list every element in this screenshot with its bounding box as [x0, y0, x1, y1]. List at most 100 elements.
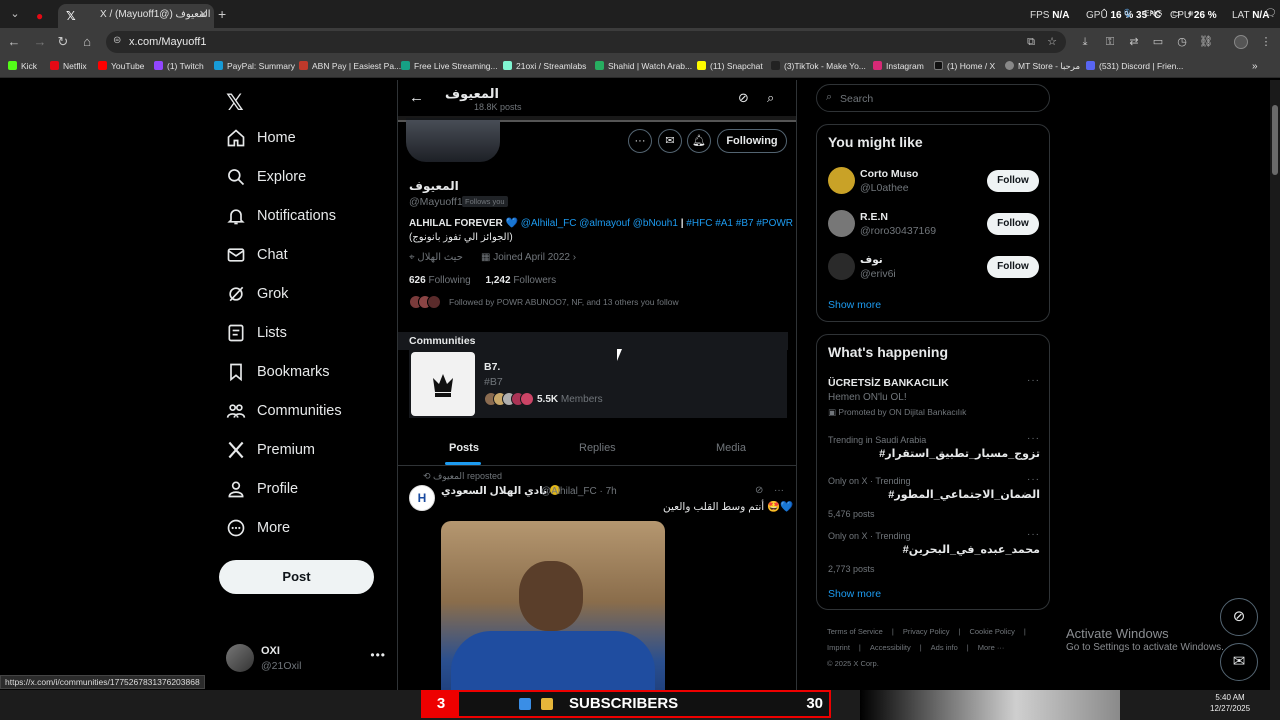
footer-link[interactable]: Accessibility: [870, 643, 911, 652]
bookmark-item[interactable]: Shahid | Watch Arab...: [595, 61, 692, 71]
footer-link[interactable]: More ···: [978, 643, 1005, 652]
new-tab-button[interactable]: +: [218, 6, 226, 22]
show-more-link[interactable]: Show more: [828, 588, 881, 600]
bookmark-item[interactable]: (531) Discord | Frien...: [1086, 61, 1183, 71]
reload-icon[interactable]: ↻: [55, 34, 71, 50]
bookmark-item[interactable]: (1) Home / X: [934, 61, 995, 71]
bookmark-item[interactable]: (1) Twitch: [154, 61, 204, 71]
profile-avatar[interactable]: [406, 118, 500, 162]
more-options-icon[interactable]: ···: [628, 129, 652, 153]
history-icon[interactable]: ◷: [1175, 35, 1189, 49]
bookmark-item[interactable]: Netflix: [50, 61, 87, 71]
browser-profile-avatar[interactable]: [1234, 35, 1248, 49]
more-dots-icon[interactable]: ···: [1027, 375, 1040, 386]
promoted-trend[interactable]: ÜCRETSİZ BANKACILIK Hemen ON'lu OL! ▣ Pr…: [828, 375, 1040, 417]
more-dots-icon[interactable]: ···: [1027, 529, 1040, 540]
tweet-image[interactable]: [441, 521, 665, 690]
install-icon[interactable]: ⧉: [1024, 35, 1038, 49]
more-dots-icon[interactable]: ···: [1027, 433, 1040, 444]
forward-icon[interactable]: →: [32, 34, 48, 50]
bookmarks-overflow-icon[interactable]: »: [1252, 61, 1258, 72]
follow-button[interactable]: Follow: [987, 213, 1039, 235]
site-info-icon[interactable]: ⊜: [113, 35, 121, 46]
start-icon[interactable]: [519, 698, 531, 710]
footer-link[interactable]: Imprint: [827, 643, 850, 652]
tab-inactive[interactable]: ●: [28, 4, 52, 28]
bookmark-item[interactable]: Free Live Streaming...: [401, 61, 498, 71]
folder-icon[interactable]: [541, 698, 553, 710]
grok-icon[interactable]: ⊘: [755, 485, 763, 496]
bio-mentions[interactable]: @Alhilal_FC @almayouf @bNouh1: [521, 218, 678, 229]
bookmark-item[interactable]: YouTube: [98, 61, 144, 71]
tab-replies[interactable]: Replies: [579, 442, 616, 454]
footer-link[interactable]: Privacy Policy: [903, 627, 950, 636]
post-button[interactable]: Post: [219, 560, 374, 594]
follow-button[interactable]: Follow: [987, 170, 1039, 192]
search-input[interactable]: ⌕ Search: [816, 84, 1050, 112]
notify-bell-icon[interactable]: 🔔︎: [687, 129, 711, 153]
tab-close-icon[interactable]: ✕: [199, 8, 208, 21]
status-url: https://x.com/i/communities/177526783137…: [0, 675, 205, 689]
trend-item[interactable]: Only on X · Trending #الضمان_الاجتماعي_ا…: [828, 474, 1040, 520]
bookmark-item[interactable]: Kick: [8, 61, 37, 71]
bookmark-item[interactable]: PayPal: Summary: [214, 61, 295, 71]
grok-icon[interactable]: ⊘: [738, 90, 749, 106]
menu-icon[interactable]: ⋮: [1259, 35, 1273, 49]
messages-fab-icon[interactable]: ✉: [1220, 643, 1258, 681]
bookmark-item[interactable]: 21oxi / Streamlabs: [503, 61, 586, 71]
tweet-avatar[interactable]: H: [409, 485, 435, 511]
bio-hashtags[interactable]: #HFC #A1 #B7 #POWR: [686, 218, 793, 229]
back-arrow-icon[interactable]: ←: [409, 89, 424, 106]
mic-icon[interactable]: 🎙︎: [1122, 8, 1133, 19]
tweet-handle[interactable]: @Alhilal_FC · 7h: [541, 486, 617, 497]
bookmark-item[interactable]: ABN Pay | Easiest Pa...: [299, 61, 401, 71]
suggestion-item[interactable]: نوف @eriv6i Follow: [828, 251, 1040, 287]
grok-fab-icon[interactable]: ⊘: [1220, 598, 1258, 636]
network-icon[interactable]: ▭: [1172, 8, 1180, 19]
account-switcher[interactable]: OXI @21Oxil •••: [226, 642, 386, 676]
home-icon[interactable]: ⌂: [79, 34, 95, 50]
translate-icon[interactable]: ⇄: [1127, 35, 1141, 49]
card-icon[interactable]: ▭: [1151, 35, 1165, 49]
more-dots-icon[interactable]: ···: [1027, 474, 1040, 485]
language-indicator[interactable]: ENG: [1144, 8, 1162, 18]
footer-link[interactable]: Terms of Service: [827, 627, 883, 636]
suggestion-item[interactable]: R.E.N @roro30437169 Follow: [828, 208, 1040, 244]
link-icon[interactable]: ⛓: [1199, 35, 1213, 49]
password-icon[interactable]: ⚿: [1103, 35, 1117, 49]
tray-chevron-icon[interactable]: ⌃: [1100, 8, 1108, 19]
download-icon[interactable]: ⤓: [1078, 35, 1092, 49]
followers-link[interactable]: 1,242 Followers: [486, 275, 557, 286]
footer-link[interactable]: Ads info: [931, 643, 958, 652]
taskbar-clock[interactable]: 5:40 AM 12/27/2025: [1210, 692, 1250, 714]
bookmark-item[interactable]: (11) Snapchat: [697, 61, 763, 71]
back-icon[interactable]: ←: [6, 34, 22, 50]
more-dots-icon[interactable]: ···: [774, 485, 784, 496]
trend-item[interactable]: Trending in Saudi Arabia #تزوج_مسيار_تطب…: [828, 433, 1040, 463]
star-icon[interactable]: ☆: [1045, 35, 1059, 49]
notification-icon[interactable]: 🗨︎: [1264, 8, 1277, 19]
x-logo-icon[interactable]: 𝕏: [226, 90, 244, 116]
address-bar[interactable]: ⊜ x.com/Mayuoff1: [106, 31, 1066, 53]
header-name: المعيوف: [445, 86, 499, 101]
bookmark-item[interactable]: (3)TikTok - Make Yo...: [771, 61, 866, 71]
tab-search-button[interactable]: ⌄: [4, 5, 26, 23]
footer-link[interactable]: Cookie Policy: [969, 627, 1014, 636]
volume-icon[interactable]: 🔊︎: [1188, 8, 1193, 19]
search-icon[interactable]: ⌕: [767, 90, 774, 106]
bookmarks-bar: Kick Netflix YouTube (1) Twitch PayPal: …: [0, 56, 1280, 78]
show-more-link[interactable]: Show more: [828, 299, 881, 311]
follow-button[interactable]: Follow: [987, 256, 1039, 278]
message-icon[interactable]: ✉: [658, 129, 682, 153]
tab-media[interactable]: Media: [716, 442, 746, 454]
trend-item[interactable]: Only on X · Trending #محمد_عبده_في_البحر…: [828, 529, 1040, 575]
scrollbar-thumb[interactable]: [1272, 105, 1278, 175]
bookmark-item[interactable]: Instagram: [873, 61, 924, 71]
following-link[interactable]: 626 Following: [409, 275, 471, 286]
tab-active[interactable]: 𝕏 X / (Mayuoff1@) المعيوف ✕: [58, 4, 214, 28]
bookmark-item[interactable]: MT Store - مرحبا: [1005, 61, 1080, 72]
tab-posts[interactable]: Posts: [449, 442, 479, 454]
suggestion-item[interactable]: Corto Muso @L0athee Follow: [828, 165, 1040, 201]
community-card[interactable]: B7. #B7 5.5K Members: [409, 350, 787, 418]
following-button[interactable]: Following: [717, 129, 787, 153]
